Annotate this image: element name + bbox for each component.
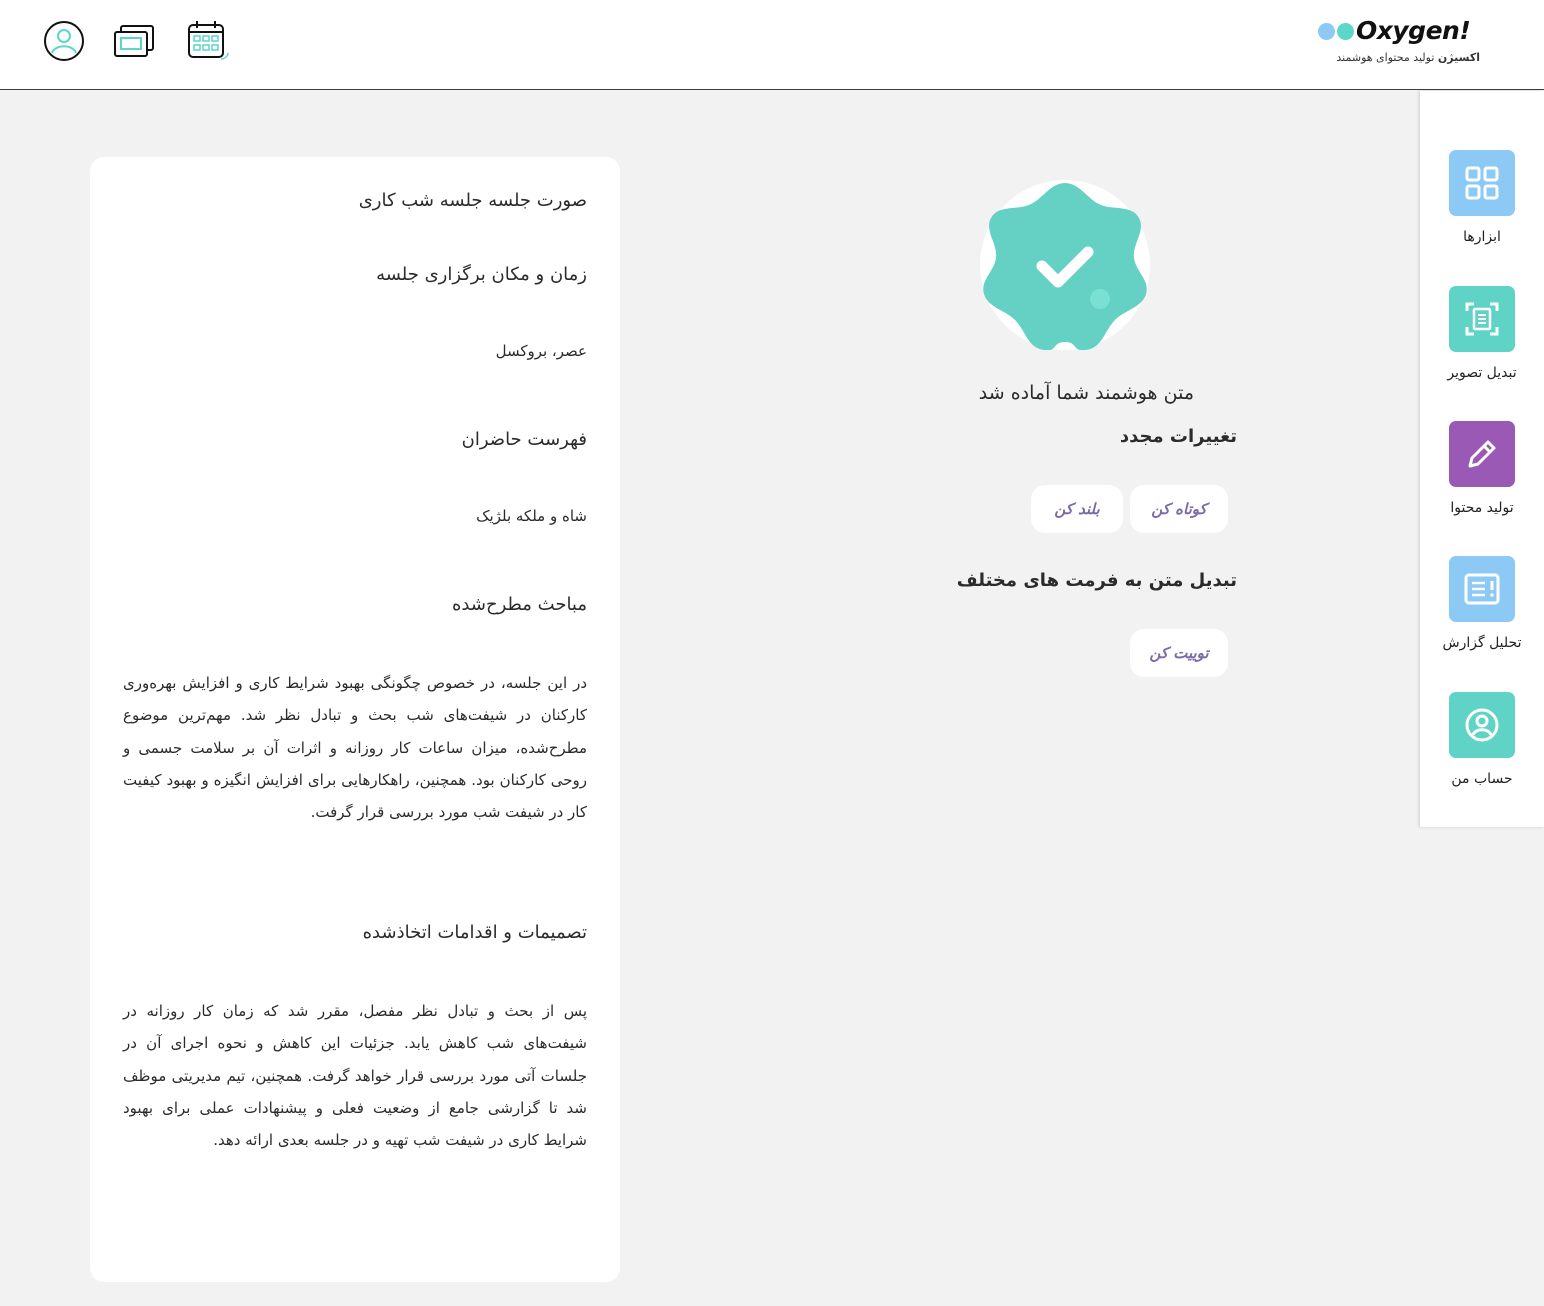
sidebar-item-label: تحلیل گزارش: [1442, 635, 1522, 651]
tweet-button[interactable]: توییت کن: [1130, 629, 1228, 677]
lengthen-button[interactable]: بلند کن: [1031, 485, 1123, 533]
decisions-paragraph: پس از بحث و تبادل نظر مفصل، مقرر شد که ز…: [123, 1002, 587, 1150]
decisions-heading: تصمیمات و اقدامات اتخاذشده: [362, 922, 587, 943]
result-ready-title: متن هوشمند شما آماده شد: [978, 382, 1194, 404]
changes-heading: تغییرات مجدد: [1119, 426, 1237, 447]
attendees-value: شاه و ملکه بلژیک: [476, 507, 587, 525]
time-place-value: عصر، بروکسل: [495, 342, 587, 360]
sidebar-item-report-analysis[interactable]: تحلیل گزارش: [1420, 556, 1544, 651]
verified-check-icon: [983, 183, 1147, 351]
success-badge: [980, 180, 1150, 351]
format-convert-heading: تبدیل متن به فرمت های مختلف: [956, 570, 1237, 591]
shorten-button[interactable]: کوتاه کن: [1130, 485, 1228, 533]
sidebar-menu: ابزارها تبدیل تصویر تولید محتوا تحلیل گز…: [1420, 91, 1544, 827]
monitor-icon[interactable]: [111, 18, 157, 64]
document-title: صورت جلسه جلسه شب کاری: [358, 190, 587, 211]
report-icon: [1449, 556, 1515, 622]
sidebar-item-tools[interactable]: ابزارها: [1420, 150, 1544, 245]
sidebar-item-content-generation[interactable]: تولید محتوا: [1420, 421, 1544, 516]
attendees-heading: فهرست حاضران: [461, 429, 587, 450]
generated-document-card: صورت جلسه جلسه شب کاری زمان و مکان برگزا…: [90, 157, 620, 1282]
brand-name: Oxygen!: [1356, 16, 1471, 45]
sidebar-item-label: تولید محتوا: [1450, 500, 1514, 516]
brand-logo[interactable]: Oxygen! اکسیژن تولید محتوای هوشمند: [1318, 16, 1480, 72]
top-header: Oxygen! اکسیژن تولید محتوای هوشمند: [0, 0, 1544, 90]
sidebar-item-label: ابزارها: [1463, 229, 1501, 245]
logo-dot-blue: [1318, 22, 1335, 40]
pencil-icon: [1449, 421, 1515, 487]
logo-mark: Oxygen!: [1318, 16, 1480, 46]
topics-paragraph: در این جلسه، در خصوص چگونگی بهبود شرایط …: [123, 674, 587, 822]
account-icon: [1449, 692, 1515, 758]
sidebar-item-image-convert[interactable]: تبدیل تصویر: [1420, 286, 1544, 381]
brand-tagline-text: تولید محتوای هوشمند: [1336, 51, 1435, 64]
grid-icon: [1449, 150, 1515, 216]
sidebar-item-my-account[interactable]: حساب من: [1420, 692, 1544, 787]
sidebar-item-label: حساب من: [1451, 771, 1513, 787]
brand-tagline: اکسیژن تولید محتوای هوشمند: [1318, 51, 1480, 64]
topics-heading: مباحث مطرح‌شده: [452, 594, 587, 615]
time-place-heading: زمان و مکان برگزاری جلسه: [376, 264, 587, 285]
scan-document-icon: [1449, 286, 1515, 352]
brand-tagline-bold: اکسیژن: [1437, 51, 1480, 64]
user-icon[interactable]: [41, 18, 87, 64]
calendar-icon[interactable]: [184, 18, 230, 64]
sidebar-item-label: تبدیل تصویر: [1447, 365, 1517, 381]
logo-dot-teal: [1337, 22, 1354, 40]
